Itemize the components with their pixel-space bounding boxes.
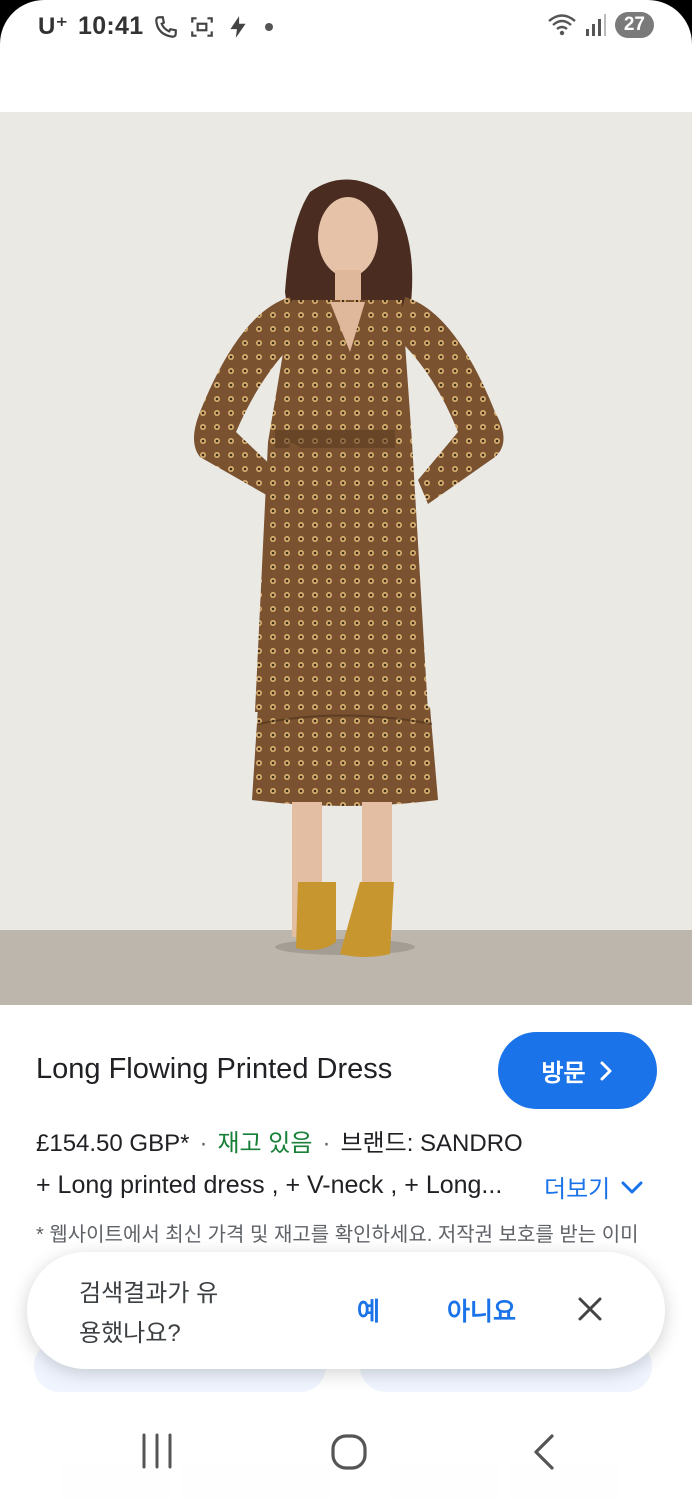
stock-status: 재고 있음 xyxy=(217,1130,313,1157)
product-description: + Long printed dress , + V-neck , + Long… xyxy=(36,1171,503,1199)
call-icon xyxy=(155,15,178,38)
wifi-icon xyxy=(548,14,576,36)
status-bar-right: 27 xyxy=(547,12,654,38)
product-image[interactable] xyxy=(0,112,692,1005)
recent-apps-icon[interactable] xyxy=(138,1433,176,1469)
back-icon[interactable] xyxy=(530,1433,558,1471)
more-button[interactable]: 더보기 xyxy=(544,1169,644,1204)
feedback-no-button[interactable]: 아니요 xyxy=(447,1292,516,1328)
product-title[interactable]: Long Flowing Printed Dress xyxy=(36,1053,392,1086)
status-bar: U⁺ 10:41 27 xyxy=(0,0,692,60)
more-label: 더보기 xyxy=(544,1176,611,1203)
visit-label: 방문 xyxy=(541,1060,586,1087)
brand: 브랜드: SANDRO xyxy=(340,1130,523,1157)
signal-icon xyxy=(585,14,606,36)
separator: · xyxy=(322,1130,331,1157)
feedback-card: 검색결과가 유용했나요? 예 아니요 xyxy=(27,1252,665,1369)
screenshot-icon xyxy=(191,16,214,37)
visit-button[interactable]: 방문 xyxy=(498,1032,657,1109)
battery-indicator: 27 xyxy=(614,12,654,38)
home-icon[interactable] xyxy=(330,1433,368,1471)
close-icon[interactable] xyxy=(575,1294,605,1324)
separator: · xyxy=(199,1130,208,1157)
product-meta: £154.50 GBP* · 재고 있음 · 브랜드: SANDRO xyxy=(36,1123,523,1158)
status-bar-left: U⁺ 10:41 xyxy=(38,12,274,41)
chevron-right-icon xyxy=(600,1061,612,1080)
dress-photo xyxy=(0,112,692,1005)
feedback-question: 검색결과가 유용했나요? xyxy=(79,1280,219,1347)
price: £154.50 GBP* xyxy=(36,1130,190,1157)
chevron-down-icon xyxy=(621,1181,643,1193)
navigation-bar xyxy=(0,1405,692,1500)
screen: U⁺ 10:41 27 Long Flowing Printed Dress 방… xyxy=(0,0,692,1500)
flash-icon xyxy=(230,15,247,38)
clock: 10:41 xyxy=(78,12,144,40)
carrier-label: U⁺ xyxy=(38,13,68,40)
notification-dot xyxy=(265,22,274,31)
feedback-yes-button[interactable]: 예 xyxy=(357,1292,380,1328)
